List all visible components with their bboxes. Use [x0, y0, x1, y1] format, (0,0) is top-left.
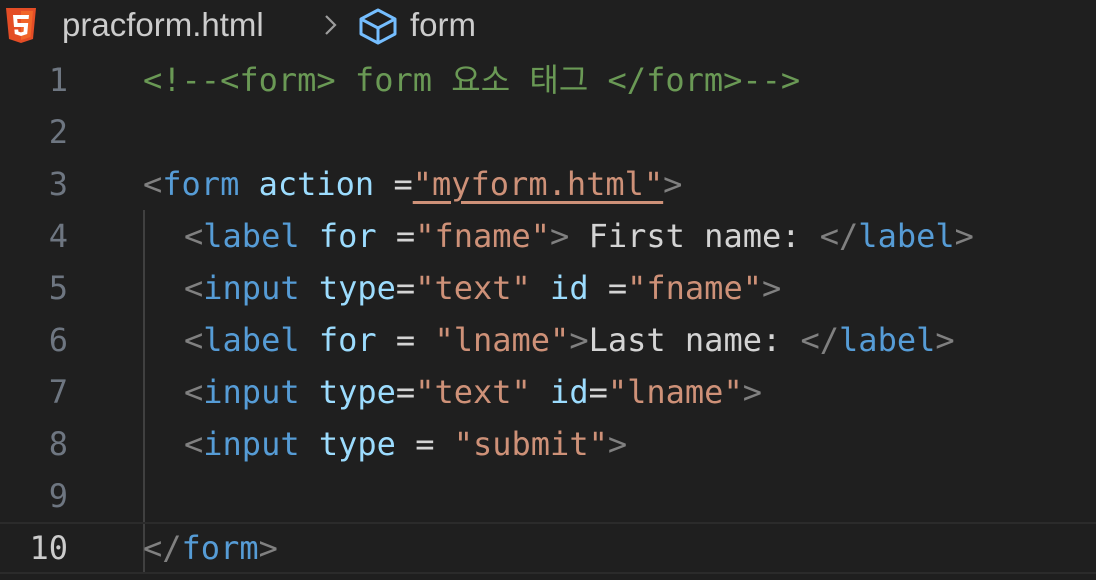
attribute-token: type — [318, 269, 396, 307]
operator-token: = — [588, 373, 608, 411]
bracket-token: < — [184, 321, 204, 359]
tag-token: input — [203, 373, 300, 411]
line-number: 7 — [48, 373, 68, 411]
code-text: <label for ="fname"> First name: </label… — [184, 210, 974, 262]
code-line[interactable]: 9 — [0, 470, 1096, 522]
line-number: 6 — [48, 321, 68, 359]
code-line[interactable]: 2 — [0, 106, 1096, 158]
line-number: 3 — [48, 165, 68, 203]
line-number: 2 — [48, 113, 68, 151]
bracket-token: > — [663, 165, 683, 203]
bracket-token: < — [184, 269, 204, 307]
code-line[interactable]: 5 <input type="text" id ="fname"> — [0, 262, 1096, 314]
code-text: <form action ="myform.html"> — [143, 158, 682, 210]
tag-token: label — [203, 321, 300, 359]
code-text: <!--<form> form 요소 태그 </form>--> — [143, 54, 800, 106]
line-number-active: 10 — [29, 529, 68, 567]
bracket-token: > — [569, 321, 589, 359]
bracket-token: > — [954, 217, 974, 255]
text-token: Last name: — [588, 321, 801, 359]
string-token: "lname" — [434, 321, 570, 359]
tag-token: label — [858, 217, 955, 255]
attribute-token: id — [550, 373, 589, 411]
code-line[interactable]: 6 <label for = "lname">Last name: </labe… — [0, 314, 1096, 366]
code-line[interactable]: 3 <form action ="myform.html"> — [0, 158, 1096, 210]
bracket-token: > — [742, 373, 762, 411]
bracket-token: < — [184, 425, 204, 463]
breadcrumb-symbol[interactable]: form — [410, 6, 476, 44]
line-number: 4 — [48, 217, 68, 255]
operator-token: = — [376, 321, 435, 359]
operator-token: = — [374, 165, 413, 203]
line-number: 9 — [48, 477, 68, 515]
cube-icon — [359, 8, 397, 45]
code-line[interactable]: 8 <input type = "submit"> — [0, 418, 1096, 470]
bracket-token: < — [184, 373, 204, 411]
tag-token: form — [162, 165, 240, 203]
link-token[interactable]: "myform.html" — [413, 165, 663, 203]
bracket-token: </ — [800, 321, 840, 359]
tag-token: input — [203, 425, 300, 463]
code-text: <label for = "lname">Last name: </label> — [184, 314, 955, 366]
operator-token: = — [395, 425, 454, 463]
breadcrumb: pracform.html form — [0, 0, 1096, 52]
code-line[interactable]: 4 <label for ="fname"> First name: </lab… — [0, 210, 1096, 262]
attribute-token: type — [318, 373, 396, 411]
operator-token: = — [588, 269, 628, 307]
line-number: 5 — [48, 269, 68, 307]
tag-token: label — [203, 217, 300, 255]
operator-token: = — [395, 269, 416, 307]
bracket-token: </ — [143, 529, 182, 567]
string-token: "fname" — [627, 269, 762, 307]
code-text: <input type="text" id ="fname"> — [184, 262, 781, 314]
bracket-token: > — [607, 425, 628, 463]
bracket-token: </ — [819, 217, 859, 255]
operator-token: = — [376, 217, 416, 255]
code-text: <input type="text" id="lname"> — [184, 366, 762, 418]
code-text: </form> — [143, 522, 278, 574]
comment-token: <!--<form> form 요소 태그 </form>--> — [143, 61, 801, 99]
attribute-token: type — [318, 425, 396, 463]
attribute-token: for — [318, 217, 377, 255]
code-editor[interactable]: 1 <!--<form> form 요소 태그 </form>--> 2 3 <… — [0, 54, 1096, 580]
bracket-token: > — [935, 321, 955, 359]
operator-token: = — [395, 373, 416, 411]
attribute-token: id — [550, 269, 589, 307]
code-text: <input type = "submit"> — [184, 418, 627, 470]
chevron-right-icon — [325, 15, 337, 35]
bracket-token: < — [143, 165, 163, 203]
text-token: First name: — [569, 217, 820, 255]
html5-icon — [6, 8, 36, 43]
tag-token: input — [203, 269, 300, 307]
bracket-token: > — [761, 269, 782, 307]
tag-token: label — [839, 321, 936, 359]
bracket-token: > — [550, 217, 570, 255]
string-token: "fname" — [415, 217, 551, 255]
string-token: "lname" — [607, 373, 743, 411]
code-line[interactable]: 1 <!--<form> form 요소 태그 </form>--> — [0, 54, 1096, 106]
code-line-current[interactable]: 10 </form> — [0, 522, 1096, 574]
tag-token: form — [181, 529, 259, 567]
string-token: "text" — [415, 269, 531, 307]
line-number: 8 — [48, 425, 68, 463]
attribute-token: for — [318, 321, 377, 359]
breadcrumb-file[interactable]: pracform.html — [62, 6, 264, 44]
attribute-token: action — [258, 165, 375, 203]
string-token: "text" — [415, 373, 531, 411]
bracket-token: < — [184, 217, 204, 255]
line-number: 1 — [48, 61, 68, 99]
code-line[interactable]: 7 <input type="text" id="lname"> — [0, 366, 1096, 418]
string-token: "submit" — [453, 425, 608, 463]
bracket-token: > — [258, 529, 278, 567]
